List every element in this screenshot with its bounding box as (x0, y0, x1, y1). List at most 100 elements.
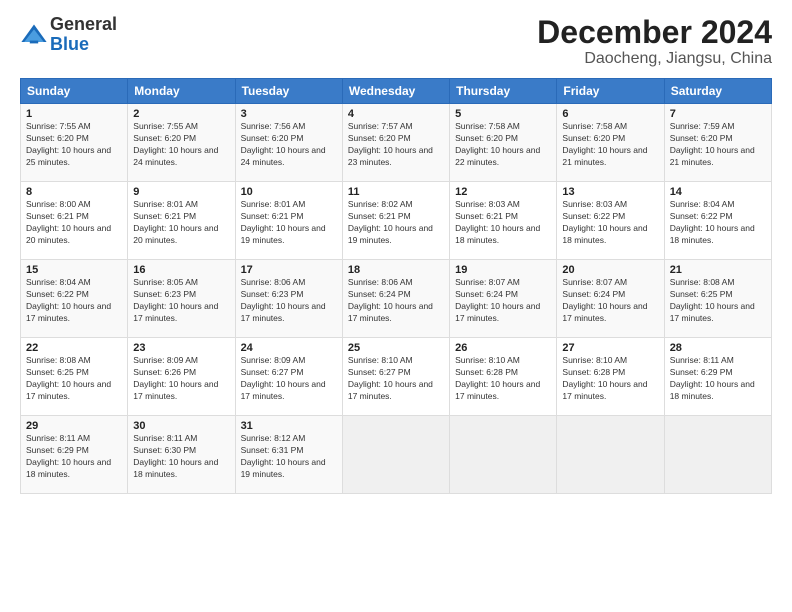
day-info: Sunrise: 8:06 AM Sunset: 6:23 PM Dayligh… (241, 277, 337, 325)
location-title: Daocheng, Jiangsu, China (537, 50, 772, 68)
day-cell: 17 Sunrise: 8:06 AM Sunset: 6:23 PM Dayl… (235, 260, 342, 338)
day-cell: 22 Sunrise: 8:08 AM Sunset: 6:25 PM Dayl… (21, 338, 128, 416)
day-info: Sunrise: 8:12 AM Sunset: 6:31 PM Dayligh… (241, 433, 337, 481)
week-row-3: 15 Sunrise: 8:04 AM Sunset: 6:22 PM Dayl… (21, 260, 772, 338)
day-number: 2 (133, 108, 229, 120)
day-number: 14 (670, 186, 766, 198)
day-cell: 15 Sunrise: 8:04 AM Sunset: 6:22 PM Dayl… (21, 260, 128, 338)
logo-blue: Blue (50, 34, 89, 54)
day-number: 26 (455, 342, 551, 354)
title-block: December 2024 Daocheng, Jiangsu, China (537, 15, 772, 68)
day-cell: 11 Sunrise: 8:02 AM Sunset: 6:21 PM Dayl… (342, 182, 449, 260)
day-info: Sunrise: 8:10 AM Sunset: 6:28 PM Dayligh… (562, 355, 658, 403)
column-header-friday: Friday (557, 79, 664, 104)
day-number: 8 (26, 186, 122, 198)
day-number: 15 (26, 264, 122, 276)
day-number: 20 (562, 264, 658, 276)
day-info: Sunrise: 8:06 AM Sunset: 6:24 PM Dayligh… (348, 277, 444, 325)
day-number: 22 (26, 342, 122, 354)
day-number: 19 (455, 264, 551, 276)
day-number: 18 (348, 264, 444, 276)
day-number: 7 (670, 108, 766, 120)
day-cell: 20 Sunrise: 8:07 AM Sunset: 6:24 PM Dayl… (557, 260, 664, 338)
day-info: Sunrise: 8:01 AM Sunset: 6:21 PM Dayligh… (241, 199, 337, 247)
day-cell: 23 Sunrise: 8:09 AM Sunset: 6:26 PM Dayl… (128, 338, 235, 416)
day-cell: 16 Sunrise: 8:05 AM Sunset: 6:23 PM Dayl… (128, 260, 235, 338)
day-info: Sunrise: 8:07 AM Sunset: 6:24 PM Dayligh… (455, 277, 551, 325)
logo-icon (20, 21, 48, 49)
day-info: Sunrise: 7:55 AM Sunset: 6:20 PM Dayligh… (26, 121, 122, 169)
day-number: 6 (562, 108, 658, 120)
day-info: Sunrise: 8:01 AM Sunset: 6:21 PM Dayligh… (133, 199, 229, 247)
day-cell: 25 Sunrise: 8:10 AM Sunset: 6:27 PM Dayl… (342, 338, 449, 416)
day-info: Sunrise: 8:11 AM Sunset: 6:29 PM Dayligh… (670, 355, 766, 403)
day-cell: 6 Sunrise: 7:58 AM Sunset: 6:20 PM Dayli… (557, 104, 664, 182)
header: General Blue December 2024 Daocheng, Jia… (20, 15, 772, 68)
week-row-2: 8 Sunrise: 8:00 AM Sunset: 6:21 PM Dayli… (21, 182, 772, 260)
day-cell: 2 Sunrise: 7:55 AM Sunset: 6:20 PM Dayli… (128, 104, 235, 182)
day-cell (342, 416, 449, 494)
day-number: 9 (133, 186, 229, 198)
day-cell (664, 416, 771, 494)
day-number: 31 (241, 420, 337, 432)
logo-text: General Blue (50, 15, 117, 55)
column-header-tuesday: Tuesday (235, 79, 342, 104)
page: General Blue December 2024 Daocheng, Jia… (0, 0, 792, 612)
day-cell: 10 Sunrise: 8:01 AM Sunset: 6:21 PM Dayl… (235, 182, 342, 260)
column-header-wednesday: Wednesday (342, 79, 449, 104)
day-cell: 30 Sunrise: 8:11 AM Sunset: 6:30 PM Dayl… (128, 416, 235, 494)
day-number: 23 (133, 342, 229, 354)
day-cell: 5 Sunrise: 7:58 AM Sunset: 6:20 PM Dayli… (450, 104, 557, 182)
day-number: 17 (241, 264, 337, 276)
week-row-5: 29 Sunrise: 8:11 AM Sunset: 6:29 PM Dayl… (21, 416, 772, 494)
day-info: Sunrise: 7:56 AM Sunset: 6:20 PM Dayligh… (241, 121, 337, 169)
day-cell: 12 Sunrise: 8:03 AM Sunset: 6:21 PM Dayl… (450, 182, 557, 260)
day-info: Sunrise: 8:08 AM Sunset: 6:25 PM Dayligh… (26, 355, 122, 403)
day-info: Sunrise: 8:10 AM Sunset: 6:28 PM Dayligh… (455, 355, 551, 403)
logo-general: General (50, 14, 117, 34)
day-number: 5 (455, 108, 551, 120)
day-info: Sunrise: 7:58 AM Sunset: 6:20 PM Dayligh… (455, 121, 551, 169)
day-cell: 26 Sunrise: 8:10 AM Sunset: 6:28 PM Dayl… (450, 338, 557, 416)
day-info: Sunrise: 7:58 AM Sunset: 6:20 PM Dayligh… (562, 121, 658, 169)
week-row-1: 1 Sunrise: 7:55 AM Sunset: 6:20 PM Dayli… (21, 104, 772, 182)
day-cell: 29 Sunrise: 8:11 AM Sunset: 6:29 PM Dayl… (21, 416, 128, 494)
day-info: Sunrise: 7:57 AM Sunset: 6:20 PM Dayligh… (348, 121, 444, 169)
column-header-saturday: Saturday (664, 79, 771, 104)
day-number: 29 (26, 420, 122, 432)
day-cell: 8 Sunrise: 8:00 AM Sunset: 6:21 PM Dayli… (21, 182, 128, 260)
day-number: 10 (241, 186, 337, 198)
day-cell: 19 Sunrise: 8:07 AM Sunset: 6:24 PM Dayl… (450, 260, 557, 338)
day-info: Sunrise: 8:04 AM Sunset: 6:22 PM Dayligh… (26, 277, 122, 325)
day-info: Sunrise: 8:07 AM Sunset: 6:24 PM Dayligh… (562, 277, 658, 325)
day-number: 1 (26, 108, 122, 120)
column-header-thursday: Thursday (450, 79, 557, 104)
day-cell: 14 Sunrise: 8:04 AM Sunset: 6:22 PM Dayl… (664, 182, 771, 260)
day-info: Sunrise: 8:09 AM Sunset: 6:26 PM Dayligh… (133, 355, 229, 403)
day-info: Sunrise: 8:00 AM Sunset: 6:21 PM Dayligh… (26, 199, 122, 247)
day-cell: 1 Sunrise: 7:55 AM Sunset: 6:20 PM Dayli… (21, 104, 128, 182)
day-info: Sunrise: 8:09 AM Sunset: 6:27 PM Dayligh… (241, 355, 337, 403)
day-cell (450, 416, 557, 494)
column-header-monday: Monday (128, 79, 235, 104)
day-info: Sunrise: 7:55 AM Sunset: 6:20 PM Dayligh… (133, 121, 229, 169)
calendar-header-row: SundayMondayTuesdayWednesdayThursdayFrid… (21, 79, 772, 104)
day-number: 3 (241, 108, 337, 120)
day-info: Sunrise: 8:05 AM Sunset: 6:23 PM Dayligh… (133, 277, 229, 325)
day-number: 11 (348, 186, 444, 198)
logo: General Blue (20, 15, 117, 55)
month-title: December 2024 (537, 15, 772, 50)
day-number: 24 (241, 342, 337, 354)
day-number: 16 (133, 264, 229, 276)
day-info: Sunrise: 8:10 AM Sunset: 6:27 PM Dayligh… (348, 355, 444, 403)
day-cell: 28 Sunrise: 8:11 AM Sunset: 6:29 PM Dayl… (664, 338, 771, 416)
day-number: 12 (455, 186, 551, 198)
calendar: SundayMondayTuesdayWednesdayThursdayFrid… (20, 78, 772, 494)
day-number: 27 (562, 342, 658, 354)
day-number: 4 (348, 108, 444, 120)
day-cell: 18 Sunrise: 8:06 AM Sunset: 6:24 PM Dayl… (342, 260, 449, 338)
day-cell: 31 Sunrise: 8:12 AM Sunset: 6:31 PM Dayl… (235, 416, 342, 494)
day-number: 13 (562, 186, 658, 198)
week-row-4: 22 Sunrise: 8:08 AM Sunset: 6:25 PM Dayl… (21, 338, 772, 416)
day-cell: 7 Sunrise: 7:59 AM Sunset: 6:20 PM Dayli… (664, 104, 771, 182)
